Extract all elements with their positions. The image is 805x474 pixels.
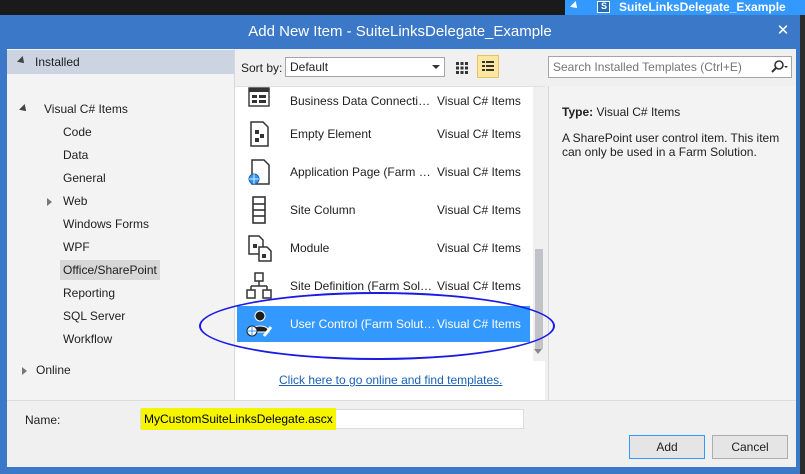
collapsed-arrow-icon[interactable] [22,367,27,375]
template-item-site-column[interactable]: Site Column Visual C# Items [237,192,530,228]
dialog-title: Add New Item - SuiteLinksDelegate_Exampl… [248,23,552,40]
template-item-site-definition[interactable]: Site Definition (Farm Solu... Visual C# … [237,268,530,304]
add-button[interactable]: Add [629,435,705,459]
name-input[interactable] [141,410,523,428]
template-name: Application Page (Farm S... [290,165,436,179]
cancel-button[interactable]: Cancel [712,435,788,459]
template-list-scrollbar[interactable] [533,87,545,361]
search-templates-box[interactable] [548,56,792,78]
tree-node-sql-server[interactable]: SQL Server [63,306,125,326]
application-page-icon [248,159,270,185]
expand-arrow-icon[interactable] [570,1,580,11]
template-description: A SharePoint user control item. This ite… [562,131,780,159]
template-name: Site Definition (Farm Solu... [290,279,436,293]
list-view-button[interactable] [477,55,499,78]
name-field[interactable] [140,408,524,430]
type-line: Type: Visual C# Items [562,105,680,119]
project-name: SuiteLinksDelegate_Example [619,0,786,14]
expanded-arrow-icon[interactable] [19,104,29,114]
medium-icons-view-button[interactable] [453,57,471,77]
template-item-module[interactable]: Module Visual C# Items [237,230,530,266]
template-category: Visual C# Items [437,127,521,141]
grid-view-icon [456,62,468,74]
name-and-actions-area: Name: Add Cancel [7,400,796,467]
template-category: Visual C# Items [437,94,521,108]
template-item-empty-element[interactable]: Empty Element Visual C# Items [237,116,530,152]
bdc-model-icon [248,87,270,107]
tree-node-visual-csharp-items[interactable]: Visual C# Items [44,99,128,119]
type-value: Visual C# Items [596,105,681,119]
template-name: Module [290,241,330,255]
tree-node-installed[interactable]: Installed [7,50,234,74]
template-item-user-control[interactable]: User Control (Farm Soluti... Visual C# I… [237,306,530,342]
tree-node-code[interactable]: Code [63,122,92,142]
close-icon: ✕ [776,22,790,39]
tree-node-reporting[interactable]: Reporting [63,283,115,303]
chevron-down-icon [432,65,440,69]
template-name: Site Column [290,203,356,217]
template-category: Visual C# Items [437,165,521,179]
tree-node-office-sharepoint[interactable]: Office/SharePoint [60,260,160,280]
installed-label: Installed [35,55,80,69]
tree-node-wpf[interactable]: WPF [63,237,90,257]
sort-by-label: Sort by: [241,61,283,75]
tree-node-web[interactable]: Web [63,191,87,211]
list-view-icon [482,61,494,71]
dialog-client-area: Installed Visual C# Items Code Data Gene… [7,49,796,467]
sharepoint-project-icon [597,1,610,13]
template-category: Visual C# Items [437,203,521,217]
template-category: Visual C# Items [437,317,521,331]
expanded-arrow-icon[interactable] [17,56,27,66]
background-window-edge [800,15,805,474]
tree-node-data[interactable]: Data [63,145,88,165]
user-control-icon [246,310,273,337]
template-category: Visual C# Items [437,279,521,293]
scroll-down-arrow-icon[interactable] [534,349,542,354]
template-name: User Control (Farm Soluti... [290,317,436,331]
template-name: Business Data Connectivit... [290,94,436,108]
search-input[interactable] [549,57,765,77]
template-name: Empty Element [290,127,372,141]
type-key: Type: [562,105,594,119]
empty-element-icon [250,121,269,147]
tree-node-windows-forms[interactable]: Windows Forms [63,214,149,234]
name-label: Name: [25,413,61,427]
site-column-icon [252,196,266,224]
find-templates-online-link[interactable]: Click here to go online and find templat… [279,373,502,387]
template-category: Visual C# Items [437,241,521,255]
template-item-application-page[interactable]: Application Page (Farm S... Visual C# It… [237,154,530,190]
search-icon [771,60,788,73]
search-button[interactable] [767,58,789,76]
sort-by-value: Default [290,60,329,74]
tree-node-workflow[interactable]: Workflow [63,329,112,349]
tree-node-online[interactable]: Online [36,360,71,380]
site-definition-icon [246,272,272,299]
sort-by-dropdown[interactable]: Default [285,57,445,77]
template-list: Business Data Connectivit... Visual C# I… [235,86,545,400]
add-new-item-dialog: Add New Item - SuiteLinksDelegate_Exampl… [0,15,800,474]
collapsed-arrow-icon[interactable] [47,198,52,206]
template-details-panel: Type: Visual C# Items A SharePoint user … [548,86,796,400]
tree-node-general[interactable]: General [63,168,106,188]
solution-explorer-project-row[interactable]: SuiteLinksDelegate_Example [565,0,805,15]
close-button[interactable]: ✕ [770,20,796,46]
module-icon [248,235,272,262]
template-item-business-data-connectivity[interactable]: Business Data Connectivit... Visual C# I… [237,86,530,116]
scrollbar-thumb[interactable] [535,249,543,349]
category-tree: Installed Visual C# Items Code Data Gene… [7,49,235,400]
title-bar[interactable]: Add New Item - SuiteLinksDelegate_Exampl… [0,15,800,45]
